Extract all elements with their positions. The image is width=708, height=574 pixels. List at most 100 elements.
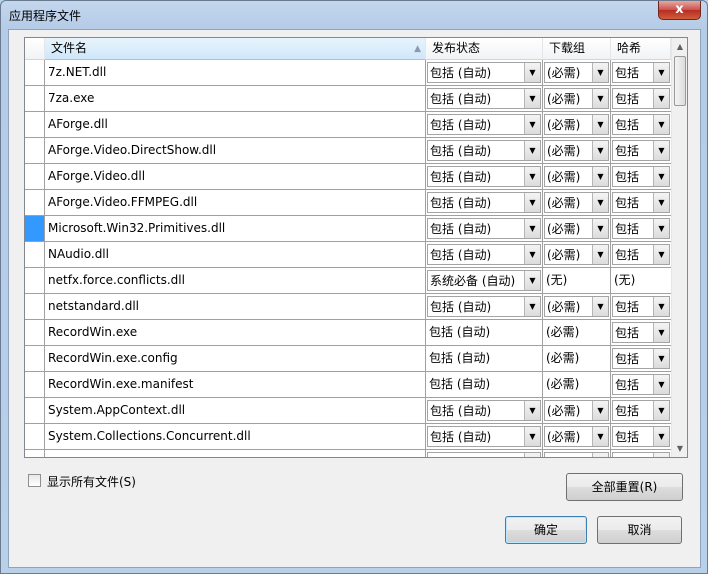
column-header-status[interactable]: 发布状态 <box>426 38 543 60</box>
chevron-down-icon[interactable]: ▼ <box>524 245 540 264</box>
chevron-down-icon[interactable]: ▼ <box>524 167 540 186</box>
download-group-cell[interactable]: (必需) <box>543 346 611 372</box>
chevron-down-icon[interactable]: ▼ <box>524 427 540 446</box>
hash-dropdown[interactable]: 包括 ▼ <box>612 296 670 317</box>
file-name-cell[interactable]: RecordWin.exe <box>45 320 426 346</box>
chevron-down-icon[interactable]: ▼ <box>524 89 540 108</box>
chevron-down-icon[interactable]: ▼ <box>653 401 669 420</box>
publish-status-cell[interactable]: 包括 (自动) ▼ <box>426 424 543 450</box>
file-name-cell[interactable]: AForge.Video.FFMPEG.dll <box>45 190 426 216</box>
hash-cell[interactable]: 包括 ▼ <box>611 86 671 112</box>
table-row[interactable]: System.AppContext.dll 包括 (自动) ▼ (必需) ▼ 包括 ▼ <box>25 398 671 424</box>
hash-dropdown[interactable]: 包括 ▼ <box>612 88 670 109</box>
download-group-dropdown[interactable]: (必需) ▼ <box>544 426 609 447</box>
chevron-down-icon[interactable]: ▼ <box>524 115 540 134</box>
download-group-cell[interactable]: (必需) ▼ <box>543 86 611 112</box>
chevron-down-icon[interactable]: ▼ <box>524 63 540 82</box>
scroll-up-icon[interactable]: ▲ <box>672 38 687 55</box>
chevron-down-icon[interactable]: ▼ <box>524 141 540 160</box>
hash-dropdown[interactable]: 包括 ▼ <box>612 140 670 161</box>
download-group-cell[interactable]: (必需) ▼ <box>543 242 611 268</box>
publish-status-dropdown[interactable]: 包括 (自动) ▼ <box>427 244 541 265</box>
publish-status-cell[interactable]: 包括 (自动) ▼ <box>426 138 543 164</box>
download-group-cell[interactable]: (必需) ▼ <box>543 294 611 320</box>
publish-status-dropdown[interactable]: 包括 (自动) ▼ <box>427 218 541 239</box>
chevron-down-icon[interactable]: ▼ <box>653 219 669 238</box>
table-row[interactable]: AForge.dll 包括 (自动) ▼ (必需) ▼ 包括 ▼ <box>25 112 671 138</box>
file-name-cell[interactable]: netstandard.dll <box>45 294 426 320</box>
download-group-cell[interactable]: ▼ <box>543 450 611 457</box>
table-row[interactable]: 7za.exe 包括 (自动) ▼ (必需) ▼ 包括 ▼ <box>25 86 671 112</box>
close-button[interactable]: x <box>658 1 701 20</box>
file-name-cell[interactable]: AForge.Video.DirectShow.dll <box>45 138 426 164</box>
table-row[interactable]: ▼ ▼ ▼ <box>25 450 671 457</box>
download-group-cell[interactable]: (必需) ▼ <box>543 398 611 424</box>
column-header-hash[interactable]: 哈希 <box>611 38 671 60</box>
chevron-down-icon[interactable]: ▼ <box>524 193 540 212</box>
header-row-selector[interactable] <box>25 38 45 60</box>
hash-cell[interactable]: 包括 ▼ <box>611 424 671 450</box>
table-row[interactable]: netfx.force.conflicts.dll 系统必备 (自动) ▼ (无) (无… <box>25 268 671 294</box>
download-group-cell[interactable]: (必需) <box>543 320 611 346</box>
hash-cell[interactable]: 包括 ▼ <box>611 112 671 138</box>
chevron-down-icon[interactable]: ▼ <box>653 115 669 134</box>
hash-dropdown[interactable]: 包括 ▼ <box>612 374 670 395</box>
chevron-down-icon[interactable]: ▼ <box>592 89 608 108</box>
chevron-down-icon[interactable]: ▼ <box>653 63 669 82</box>
table-row[interactable]: NAudio.dll 包括 (自动) ▼ (必需) ▼ 包括 ▼ <box>25 242 671 268</box>
chevron-down-icon[interactable]: ▼ <box>524 219 540 238</box>
publish-status-cell[interactable]: 包括 (自动) ▼ <box>426 190 543 216</box>
table-row[interactable]: RecordWin.exe.manifest 包括 (自动) (必需) 包括 ▼ <box>25 372 671 398</box>
chevron-down-icon[interactable]: ▼ <box>592 63 608 82</box>
table-row[interactable]: AForge.Video.dll 包括 (自动) ▼ (必需) ▼ 包括 ▼ <box>25 164 671 190</box>
publish-status-cell[interactable]: 包括 (自动) <box>426 372 543 398</box>
publish-status-dropdown[interactable]: 包括 (自动) ▼ <box>427 62 541 83</box>
table-row[interactable]: AForge.Video.DirectShow.dll 包括 (自动) ▼ (必需) ▼… <box>25 138 671 164</box>
publish-status-cell[interactable]: 系统必备 (自动) ▼ <box>426 268 543 294</box>
hash-cell[interactable]: 包括 ▼ <box>611 216 671 242</box>
row-selector[interactable] <box>25 86 45 112</box>
row-selector[interactable] <box>25 242 45 268</box>
file-name-cell[interactable]: AForge.dll <box>45 112 426 138</box>
download-group-dropdown[interactable]: (必需) ▼ <box>544 114 609 135</box>
ok-button[interactable]: 确定 <box>505 516 587 544</box>
table-row[interactable]: netstandard.dll 包括 (自动) ▼ (必需) ▼ 包括 ▼ <box>25 294 671 320</box>
chevron-down-icon[interactable]: ▼ <box>653 323 669 342</box>
download-group-dropdown[interactable]: (必需) ▼ <box>544 140 609 161</box>
column-header-name[interactable]: 文件名 ▲ <box>45 38 426 60</box>
chevron-down-icon[interactable]: ▼ <box>653 193 669 212</box>
download-group-dropdown[interactable]: (必需) ▼ <box>544 400 609 421</box>
file-name-cell[interactable] <box>45 450 426 457</box>
hash-dropdown[interactable]: 包括 ▼ <box>612 166 670 187</box>
column-header-group[interactable]: 下载组 <box>543 38 611 60</box>
publish-status-cell[interactable]: 包括 (自动) ▼ <box>426 242 543 268</box>
publish-status-dropdown[interactable]: 包括 (自动) ▼ <box>427 192 541 213</box>
reset-all-button[interactable]: 全部重置(R) <box>566 473 683 501</box>
download-group-dropdown[interactable]: ▼ <box>544 452 609 457</box>
download-group-cell[interactable]: (必需) ▼ <box>543 424 611 450</box>
row-selector[interactable] <box>25 112 45 138</box>
hash-dropdown[interactable]: 包括 ▼ <box>612 62 670 83</box>
publish-status-cell[interactable]: 包括 (自动) ▼ <box>426 112 543 138</box>
file-name-cell[interactable]: Microsoft.Win32.Primitives.dll <box>45 216 426 242</box>
hash-cell[interactable]: 包括 ▼ <box>611 294 671 320</box>
chevron-down-icon[interactable]: ▼ <box>592 401 608 420</box>
row-selector[interactable] <box>25 398 45 424</box>
chevron-down-icon[interactable]: ▼ <box>592 453 608 457</box>
hash-cell[interactable]: 包括 ▼ <box>611 164 671 190</box>
table-row[interactable]: RecordWin.exe 包括 (自动) (必需) 包括 ▼ <box>25 320 671 346</box>
hash-cell[interactable]: (无) <box>611 268 671 294</box>
table-row[interactable]: System.Collections.Concurrent.dll 包括 (自动)… <box>25 424 671 450</box>
chevron-down-icon[interactable]: ▼ <box>653 89 669 108</box>
hash-cell[interactable]: 包括 ▼ <box>611 398 671 424</box>
cancel-button[interactable]: 取消 <box>597 516 682 544</box>
download-group-dropdown[interactable]: (必需) ▼ <box>544 166 609 187</box>
hash-dropdown[interactable]: 包括 ▼ <box>612 192 670 213</box>
publish-status-cell[interactable]: 包括 (自动) ▼ <box>426 164 543 190</box>
row-selector[interactable] <box>25 138 45 164</box>
chevron-down-icon[interactable]: ▼ <box>653 427 669 446</box>
row-selector[interactable] <box>25 450 45 457</box>
download-group-dropdown[interactable]: (必需) ▼ <box>544 244 609 265</box>
file-name-cell[interactable]: System.Collections.Concurrent.dll <box>45 424 426 450</box>
chevron-down-icon[interactable]: ▼ <box>653 297 669 316</box>
